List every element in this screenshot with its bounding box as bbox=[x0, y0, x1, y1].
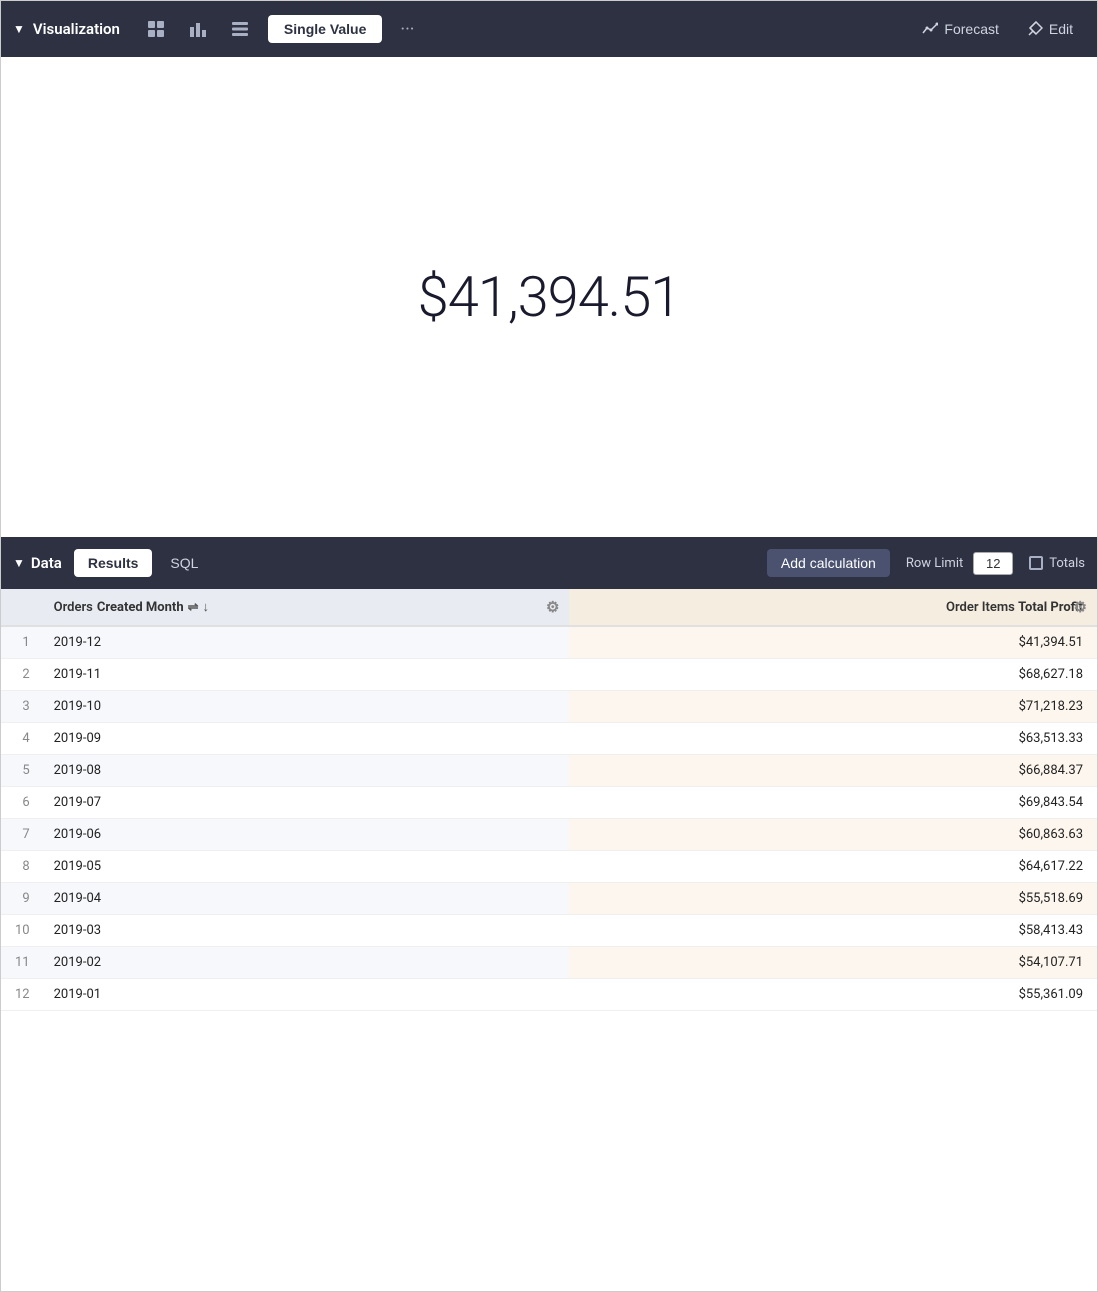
toolbar-left: ▼ Visualization bbox=[13, 13, 423, 46]
sort-desc-icon[interactable]: ↓ bbox=[203, 599, 210, 615]
table-view-button[interactable] bbox=[138, 13, 174, 45]
row-number: 12 bbox=[1, 979, 40, 1011]
row-number: 1 bbox=[1, 626, 40, 659]
totals-label-text: Totals bbox=[1049, 556, 1085, 571]
value-cell: $60,863.63 bbox=[569, 819, 1097, 851]
forecast-button[interactable]: Forecast bbox=[910, 15, 1010, 43]
value-cell: $71,218.23 bbox=[569, 691, 1097, 723]
col2-header-prefix: Order Items bbox=[946, 600, 1018, 615]
table-row: 5 2019-08 $66,884.37 bbox=[1, 755, 1097, 787]
col1-gear-icon[interactable]: ⚙ bbox=[546, 598, 559, 616]
date-cell: 2019-02 bbox=[40, 947, 570, 979]
top-toolbar: ▼ Visualization bbox=[1, 1, 1097, 57]
value-cell: $64,617.22 bbox=[569, 851, 1097, 883]
value-cell: $68,627.18 bbox=[569, 659, 1097, 691]
date-cell: 2019-01 bbox=[40, 979, 570, 1011]
table-row: 6 2019-07 $69,843.54 bbox=[1, 787, 1097, 819]
col1-header-bold: Created Month bbox=[97, 600, 184, 615]
date-cell: 2019-05 bbox=[40, 851, 570, 883]
row-number: 3 bbox=[1, 691, 40, 723]
table-row: 2 2019-11 $68,627.18 bbox=[1, 659, 1097, 691]
table-area: Orders Created Month ⇌ ↓ ⚙ Order Items T… bbox=[1, 589, 1097, 1291]
add-calculation-button[interactable]: Add calculation bbox=[767, 549, 890, 577]
table-row: 4 2019-09 $63,513.33 bbox=[1, 723, 1097, 755]
bar-chart-button[interactable] bbox=[180, 13, 216, 45]
date-cell: 2019-07 bbox=[40, 787, 570, 819]
edit-button[interactable]: Edit bbox=[1015, 15, 1085, 43]
visualization-chevron-icon[interactable]: ▼ bbox=[13, 22, 25, 36]
value-cell: $69,843.54 bbox=[569, 787, 1097, 819]
forecast-label: Forecast bbox=[944, 21, 998, 37]
table-row: 3 2019-10 $71,218.23 bbox=[1, 691, 1097, 723]
date-cell: 2019-10 bbox=[40, 691, 570, 723]
data-title: Data bbox=[31, 554, 62, 572]
totals-section: Totals bbox=[1029, 556, 1085, 571]
value-cell: $55,518.69 bbox=[569, 883, 1097, 915]
more-options-icon[interactable]: ··· bbox=[392, 13, 422, 46]
date-cell: 2019-03 bbox=[40, 915, 570, 947]
row-number: 2 bbox=[1, 659, 40, 691]
row-number: 6 bbox=[1, 787, 40, 819]
row-number: 8 bbox=[1, 851, 40, 883]
single-value-tab[interactable]: Single Value bbox=[268, 15, 382, 43]
visualization-title: Visualization bbox=[33, 20, 120, 38]
row-number: 4 bbox=[1, 723, 40, 755]
row-number: 11 bbox=[1, 947, 40, 979]
value-cell: $54,107.71 bbox=[569, 947, 1097, 979]
value-cell: $41,394.51 bbox=[569, 626, 1097, 659]
list-view-button[interactable] bbox=[222, 14, 258, 44]
date-cell: 2019-06 bbox=[40, 819, 570, 851]
row-number: 10 bbox=[1, 915, 40, 947]
date-cell: 2019-04 bbox=[40, 883, 570, 915]
value-cell: $66,884.37 bbox=[569, 755, 1097, 787]
value-cell: $55,361.09 bbox=[569, 979, 1097, 1011]
row-number: 7 bbox=[1, 819, 40, 851]
date-cell: 2019-08 bbox=[40, 755, 570, 787]
value-cell: $63,513.33 bbox=[569, 723, 1097, 755]
single-value-area: $41,394.51 bbox=[1, 57, 1097, 537]
table-row: 7 2019-06 $60,863.63 bbox=[1, 819, 1097, 851]
row-num-header bbox=[1, 589, 40, 626]
row-number: 9 bbox=[1, 883, 40, 915]
edit-label: Edit bbox=[1049, 21, 1073, 37]
row-number: 5 bbox=[1, 755, 40, 787]
date-cell: 2019-11 bbox=[40, 659, 570, 691]
col1-header-prefix: Orders bbox=[54, 600, 93, 615]
table-row: 11 2019-02 $54,107.71 bbox=[1, 947, 1097, 979]
col1-header: Orders Created Month ⇌ ↓ ⚙ bbox=[40, 589, 570, 626]
totals-checkbox[interactable] bbox=[1029, 556, 1043, 570]
data-table: Orders Created Month ⇌ ↓ ⚙ Order Items T… bbox=[1, 589, 1097, 1011]
col2-gear-icon[interactable]: ⚙ bbox=[1074, 598, 1087, 616]
date-cell: 2019-09 bbox=[40, 723, 570, 755]
results-tab[interactable]: Results bbox=[74, 549, 153, 577]
row-limit-label: Row Limit bbox=[906, 556, 963, 571]
table-row: 12 2019-01 $55,361.09 bbox=[1, 979, 1097, 1011]
data-toolbar: ▼ Data Results SQL Add calculation Row L… bbox=[1, 537, 1097, 589]
value-cell: $58,413.43 bbox=[569, 915, 1097, 947]
table-row: 10 2019-03 $58,413.43 bbox=[1, 915, 1097, 947]
table-row: 8 2019-05 $64,617.22 bbox=[1, 851, 1097, 883]
sql-tab[interactable]: SQL bbox=[156, 549, 212, 577]
sort-filter-icon[interactable]: ⇌ bbox=[188, 600, 199, 615]
row-limit-input[interactable] bbox=[973, 552, 1013, 575]
col2-header: Order Items Total Profit ⚙ bbox=[569, 589, 1097, 626]
single-value-display: $41,394.51 bbox=[418, 264, 681, 330]
table-header-row: Orders Created Month ⇌ ↓ ⚙ Order Items T… bbox=[1, 589, 1097, 626]
table-row: 9 2019-04 $55,518.69 bbox=[1, 883, 1097, 915]
table-body: 1 2019-12 $41,394.51 2 2019-11 $68,627.1… bbox=[1, 626, 1097, 1011]
data-chevron-icon[interactable]: ▼ bbox=[13, 556, 25, 570]
date-cell: 2019-12 bbox=[40, 626, 570, 659]
table-row: 1 2019-12 $41,394.51 bbox=[1, 626, 1097, 659]
app-container: ▼ Visualization bbox=[0, 0, 1098, 1292]
